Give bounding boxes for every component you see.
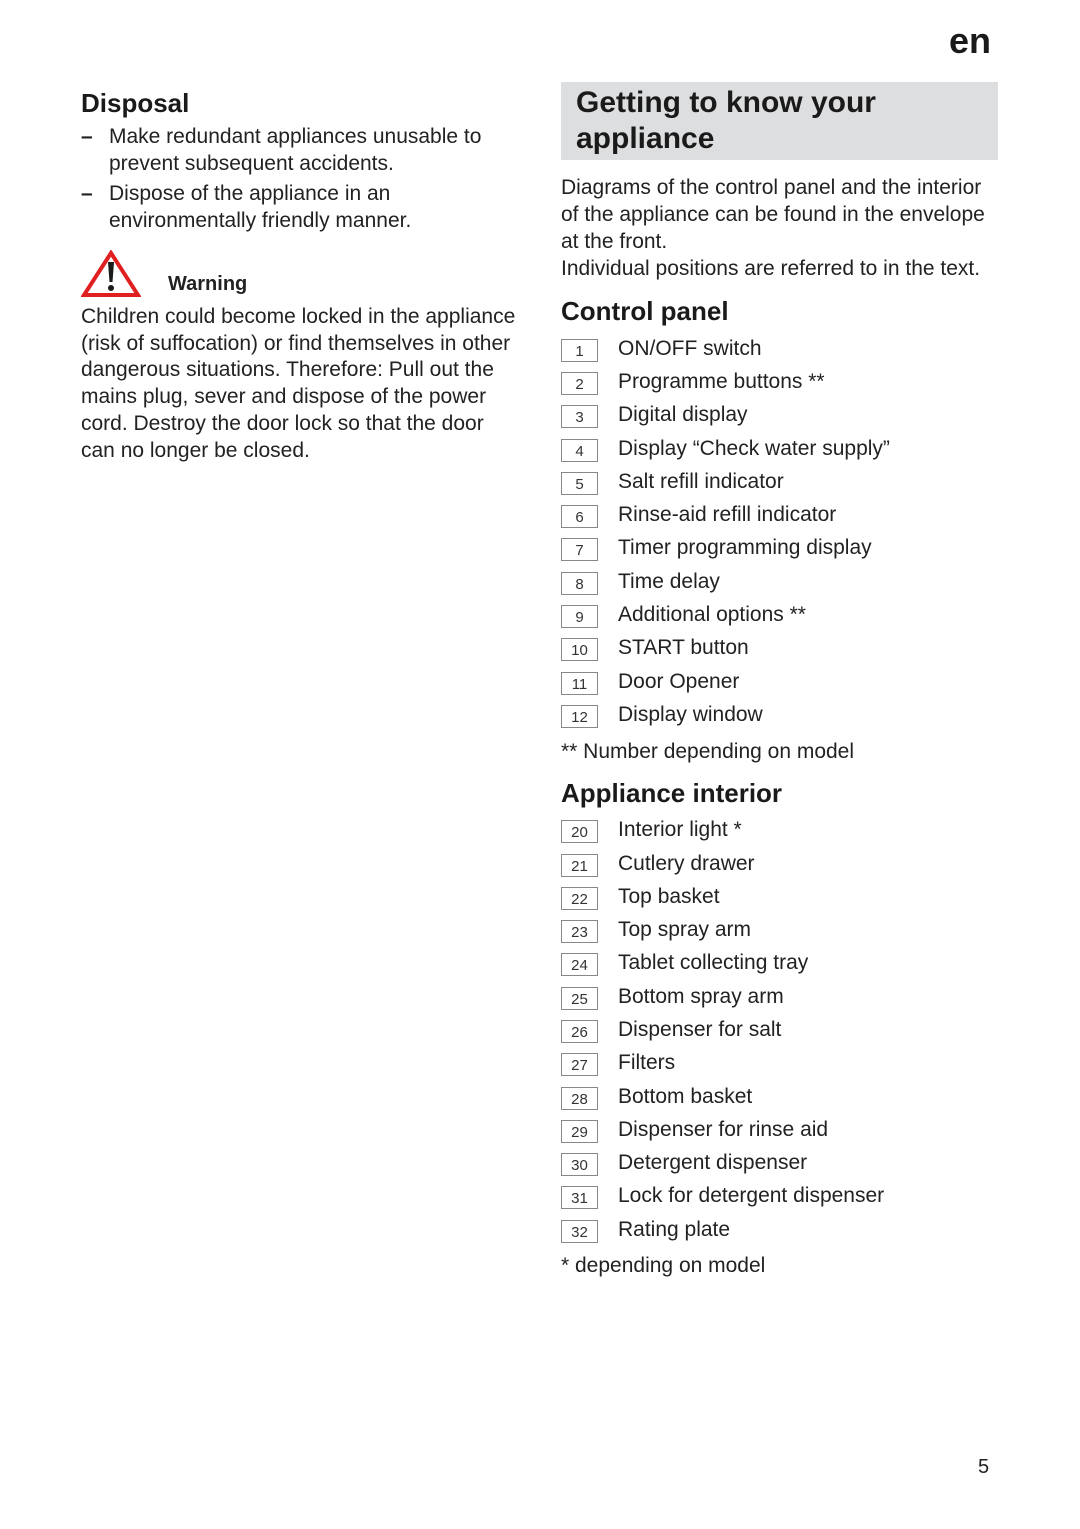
warning-label: Warning [168,273,248,295]
list-item: 27 Filters [561,1047,998,1080]
item-label: Salt refill indicator [618,469,784,493]
list-item: 30 Detergent dispenser [561,1147,998,1180]
item-label: Additional options ** [618,603,806,627]
item-label: Cutlery drawer [618,851,755,875]
list-item: 31 Lock for detergent dispenser [561,1180,998,1213]
position-number-box: 8 [561,571,598,595]
list-item: 21 Cutlery drawer [561,847,998,880]
section-title: Getting to know your appliance [576,86,876,155]
list-item: 32 Rating plate [561,1213,998,1246]
item-label: Digital display [618,403,748,427]
list-item: 25 Bottom spray arm [561,980,998,1013]
position-number-box: 22 [561,886,598,910]
intro-text: Diagrams of the control panel and the in… [561,176,985,280]
position-number-box: 6 [561,505,598,529]
item-label: Dispenser for rinse aid [618,1117,829,1141]
disposal-item: – Make redundant appliances unusable to … [81,125,482,175]
list-item: 5 Salt refill indicator [561,465,998,498]
position-number-box: 26 [561,1019,598,1043]
item-label: ON/OFF switch [618,336,762,360]
position-number-box: 27 [561,1053,598,1077]
list-item: 2 Programme buttons ** [561,365,998,398]
position-number-box: 12 [561,704,598,728]
warning-triangle-icon [81,250,141,297]
item-label: START button [618,636,749,660]
appliance-interior-list: 20 Interior light * 21 Cutlery drawer 22 Top … [561,814,998,1247]
item-label: Rinse-aid refill indicator [618,503,837,527]
list-item: 10 START button [561,632,998,665]
item-label: Dispenser for salt [618,1017,782,1041]
list-item: 29 Dispenser for rinse aid [561,1113,998,1146]
list-item: 20 Interior light * [561,814,998,847]
item-label: Programme buttons ** [618,369,825,393]
dash-bullet: – [81,125,93,148]
item-label: Top spray arm [618,918,752,942]
item-label: Detergent dispenser [618,1151,808,1175]
position-number-box: 11 [561,671,598,695]
item-label: Lock for detergent dispenser [618,1184,885,1208]
list-item: 8 Time delay [561,565,998,598]
list-item: 26 Dispenser for salt [561,1013,998,1046]
disposal-title: Disposal [81,88,190,118]
appliance-section: Getting to know your appliance Diagrams … [561,82,998,1278]
list-item: 28 Bottom basket [561,1080,998,1113]
list-item: 7 Timer programming display [561,532,998,565]
appliance-interior-note: * depending on model [561,1254,766,1278]
page-number: 5 [978,1456,990,1478]
position-number-box: 5 [561,471,598,495]
position-number-box: 20 [561,820,598,844]
language-code: en [949,20,992,61]
position-number-box: 28 [561,1086,598,1110]
warning-text: Children could become locked in the appl… [81,305,516,462]
position-number-box: 25 [561,986,598,1010]
item-label: Time delay [618,569,720,593]
item-label: Bottom spray arm [618,984,784,1008]
item-label: Interior light * [618,818,742,842]
item-label: Top basket [618,884,720,908]
disposal-section: Disposal – Make redundant appliances unu… [81,86,521,464]
list-item: 6 Rinse-aid refill indicator [561,498,998,531]
control-panel-note: ** Number depending on model [561,739,855,763]
list-item: 22 Top basket [561,880,998,913]
item-label: Display “Check water supply” [618,436,890,460]
section-heading-box: Getting to know your appliance [561,82,998,160]
control-panel-title: Control panel [561,296,729,326]
item-label: Bottom basket [618,1084,753,1108]
position-number-box: 24 [561,953,598,977]
list-item: 24 Tablet collecting tray [561,947,998,980]
control-panel-list: 1 ON/OFF switch 2 Programme buttons ** 3 Digi… [561,332,998,732]
position-number-box: 7 [561,538,598,562]
position-number-box: 30 [561,1153,598,1177]
appliance-interior-title: Appliance interior [561,777,783,808]
list-item: 1 ON/OFF switch [561,332,998,365]
item-label: Timer programming display [618,536,872,560]
item-label: Tablet collecting tray [618,951,809,975]
list-item: 12 Display window [561,698,998,731]
list-item: 9 Additional options ** [561,598,998,631]
position-number-box: 4 [561,438,598,462]
position-number-box: 31 [561,1186,598,1210]
dash-bullet: – [81,182,93,205]
position-number-box: 21 [561,853,598,877]
list-item: 11 Door Opener [561,665,998,698]
position-number-box: 1 [561,338,598,362]
item-label: Rating plate [618,1217,731,1241]
list-item: 4 Display “Check water supply” [561,432,998,465]
warning-header: Warning [81,248,521,298]
item-label: Display window [618,702,763,726]
disposal-item: – Dispose of the appliance in an environ… [81,182,412,232]
position-number-box: 29 [561,1119,598,1143]
item-label: Door Opener [618,669,740,693]
list-item: 3 Digital display [561,399,998,432]
position-number-box: 32 [561,1219,598,1243]
list-item: 23 Top spray arm [561,913,998,946]
item-label: Filters [618,1051,676,1075]
position-number-box: 23 [561,920,598,944]
position-number-box: 2 [561,371,598,395]
position-number-box: 9 [561,605,598,629]
position-number-box: 10 [561,638,598,662]
position-number-box: 3 [561,405,598,429]
